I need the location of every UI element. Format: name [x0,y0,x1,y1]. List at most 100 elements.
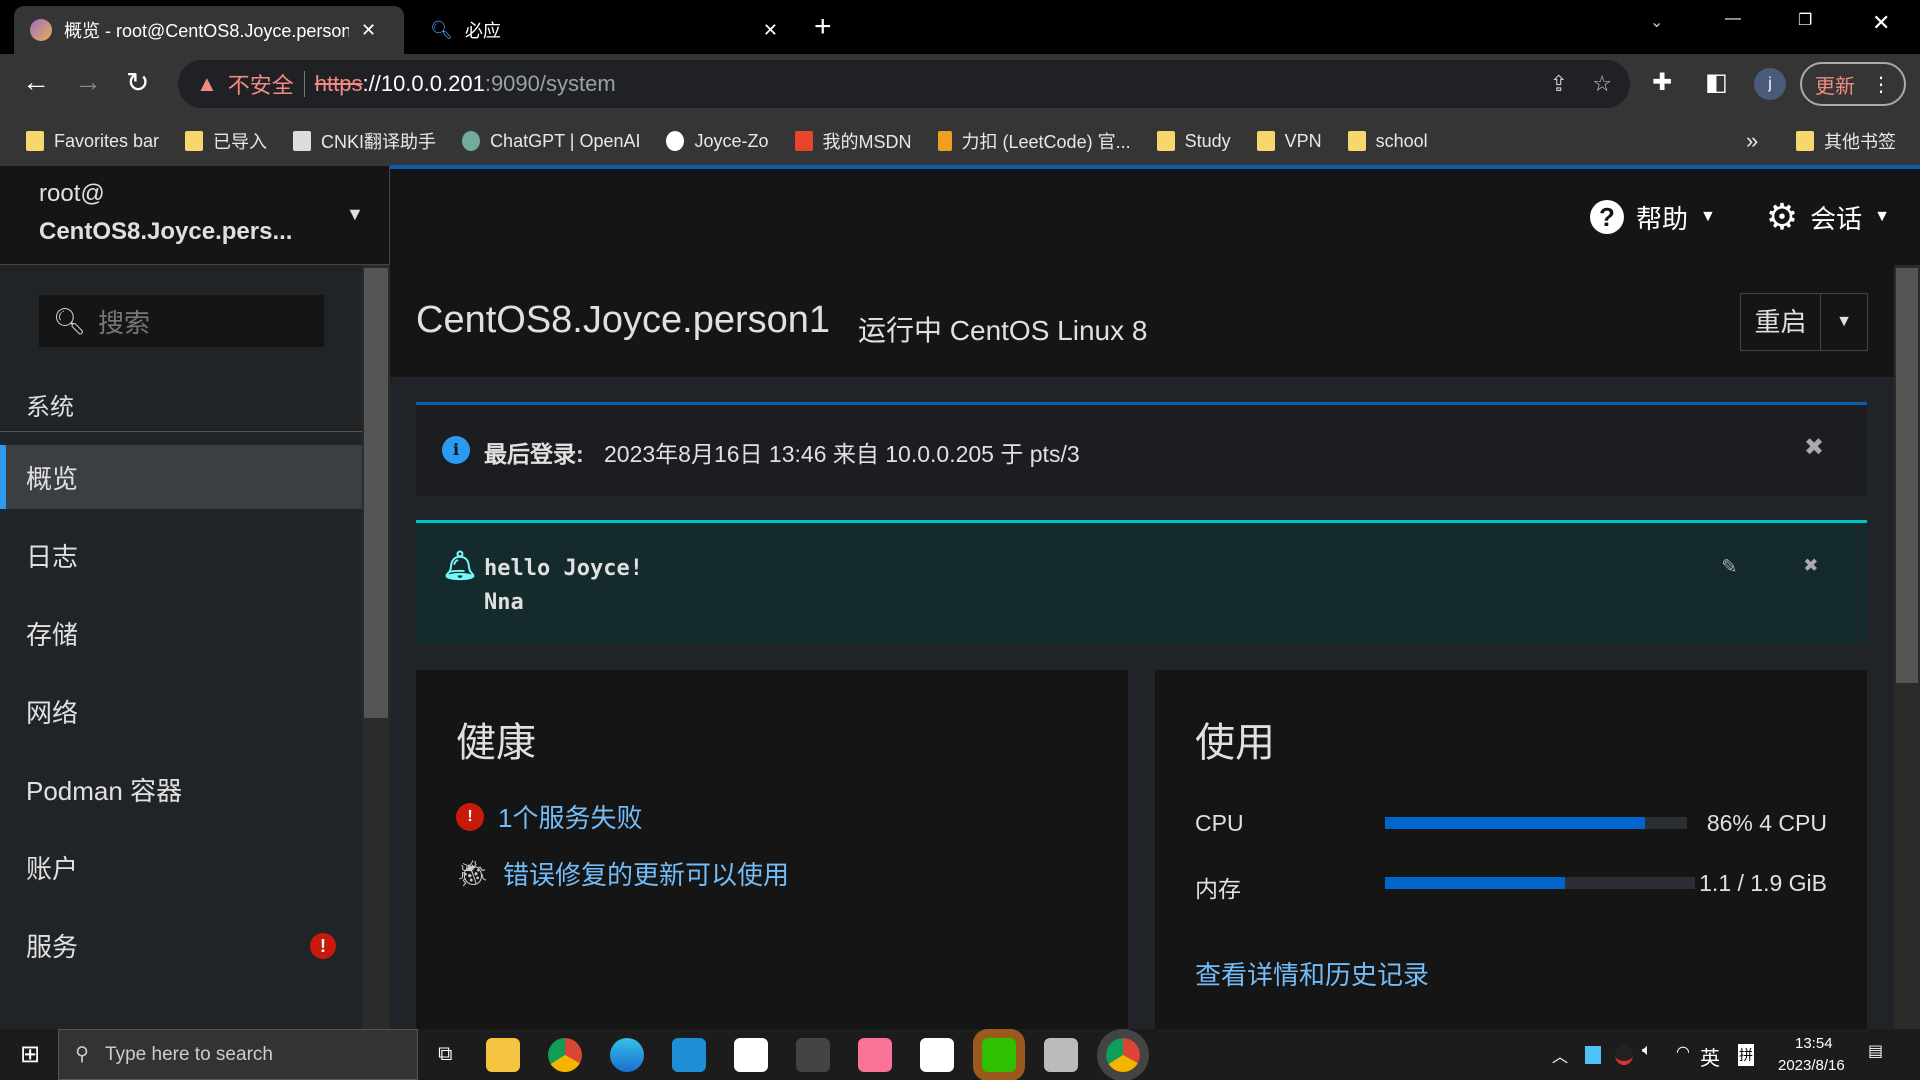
tray-app-icon [1585,1046,1601,1064]
memory-progress-fill [1385,877,1565,889]
bookmark-item[interactable]: ChatGPT | OpenAI [462,131,640,152]
close-icon[interactable]: ✖ [1804,551,1818,579]
bookmark-item[interactable]: 已导入 [185,128,267,154]
host-switcher[interactable]: root@ CentOS8.Joyce.pers... ▼ [0,166,390,265]
clock-time[interactable]: 13:54 [1795,1035,1833,1052]
wifi-icon[interactable]: ◠ [1676,1042,1690,1062]
extensions-icon[interactable]: ✚ [1652,68,1672,97]
taskbar: ⊞ ⚲ Type here to search ⧉ ︿ 🔈︎ ◠ 英 拼 13:5… [0,1029,1920,1080]
sidebar-item-overview[interactable]: 概览 [0,445,362,509]
folder-icon [1347,131,1366,151]
address-toolbar: ← → ↻ ▲ 不安全 https://10.0.0.201:9090/syst… [0,54,1920,116]
close-window-button[interactable]: ✕ [1872,10,1890,36]
search-input[interactable]: 🔍︎ 搜索 [39,295,324,347]
divider [303,71,305,97]
memory-progress-bar [1385,877,1695,889]
session-menu[interactable]: ⚙ 会话 ▼ [1766,196,1890,238]
qq-tray-icon [1615,1045,1633,1065]
ime-mode[interactable]: 拼 [1738,1044,1754,1066]
sidebar-item-podman[interactable]: Podman 容器 [0,757,362,821]
tab-search-icon[interactable]: ⌄ [1650,12,1663,32]
failed-services-link[interactable]: ! 1个服务失败 [456,798,1088,835]
url-host: ://10.0.0.201 [362,71,485,96]
close-icon[interactable]: ✖ [1804,433,1824,462]
menu-icon: ⋮ [1871,73,1891,96]
sidebar-item-storage[interactable]: 存储 [0,601,362,665]
cpu-progress-fill [1385,817,1645,829]
bookmark-item[interactable]: 力扣 (LeetCode) 官... [937,128,1131,154]
update-button[interactable]: 更新 ⋮ [1800,62,1906,106]
other-bookmarks[interactable]: 其他书签 [1796,128,1896,154]
bookmark-item[interactable]: Study [1156,131,1231,152]
terminal-icon[interactable] [796,1037,831,1072]
restart-button[interactable]: 重启 [1741,294,1821,350]
folder-icon [1156,131,1175,151]
sidebar-item-services[interactable]: 服务 ! [0,913,362,977]
memory-value: 1.1 / 1.9 GiB [1699,870,1827,896]
clock-date[interactable]: 2023/8/16 [1778,1057,1845,1074]
bookmark-item[interactable]: Joyce-Zo [666,131,769,152]
sidebar-item-accounts[interactable]: 账户 [0,835,362,899]
share-icon[interactable]: ⇪ [1550,71,1568,97]
star-icon[interactable]: ☆ [1592,71,1612,97]
csdn-icon [794,131,813,151]
card-title: 使用 [1195,721,1275,765]
tab-overview[interactable]: 概览 - root@CentOS8.Joyce.person1 ✕ [14,6,404,54]
address-bar[interactable]: ▲ 不安全 https://10.0.0.201:9090/system ⇪ ☆ [178,60,1630,108]
taskbar-search-input[interactable]: ⚲ Type here to search [58,1029,419,1080]
monitor-icon[interactable] [1044,1037,1079,1072]
restart-split-button[interactable]: 重启 ▼ [1740,293,1868,351]
sidebar-item-network[interactable]: 网络 [0,679,362,743]
bilibili-icon[interactable] [858,1037,893,1072]
bookmark-item[interactable]: Favorites bar [26,131,159,152]
reload-button[interactable]: ↻ [126,66,149,99]
cockpit-favicon-icon [30,19,52,41]
volume-icon[interactable]: 🔈︎ [1642,1042,1652,1060]
bug-icon: 🐞︎ [456,858,490,888]
tab-bing[interactable]: 🔍︎ 必应 ✕ [414,6,794,54]
details-history-link[interactable]: 查看详情和历史记录 [1195,955,1429,992]
edge-icon[interactable] [610,1037,645,1072]
edit-icon[interactable]: ✎ [1722,551,1736,579]
windows-start-icon[interactable]: ⊞ [20,1040,40,1069]
forward-button[interactable]: → [74,66,102,98]
chrome-icon[interactable] [548,1037,583,1072]
vmware-icon[interactable] [672,1037,707,1072]
url-path: :9090/system [484,71,616,96]
wechat-icon[interactable] [982,1037,1017,1072]
main-scrollbar-thumb[interactable] [1896,268,1918,683]
sidebar-item-logs[interactable]: 日志 [0,523,362,587]
os-status: 运行中 CentOS Linux 8 [858,315,1148,346]
bookmark-item[interactable]: CNKI翻译助手 [293,128,436,154]
close-tab-icon[interactable]: ✕ [763,20,778,41]
page-header: CentOS8.Joyce.person1 运行中 CentOS Linux 8… [390,265,1894,377]
minimize-button[interactable]: — [1725,10,1741,28]
error-badge-icon: ! [310,933,336,959]
updates-link[interactable]: 🐞︎ 错误修复的更新可以使用 [456,855,1088,892]
tray-chevron-icon[interactable]: ︿ [1552,1043,1568,1067]
chrome-icon[interactable] [1106,1037,1141,1072]
sidebar-scrollbar-thumb[interactable] [364,268,388,718]
profile-avatar[interactable]: j [1754,68,1786,100]
bookmark-item[interactable]: 我的MSDN [794,128,912,154]
caret-down-icon[interactable]: ▼ [1821,313,1867,331]
restore-button[interactable]: ❐ [1798,10,1812,30]
qq-icon[interactable] [920,1037,955,1072]
bookmark-item[interactable]: school [1347,131,1428,152]
task-view-icon[interactable]: ⧉ [438,1043,452,1066]
new-tab-button[interactable]: + [814,10,832,44]
top-nav: ? 帮助 ▼ ⚙ 会话 ▼ [390,169,1920,265]
close-tab-icon[interactable]: ✕ [361,20,376,41]
caret-down-icon: ▼ [1700,208,1716,225]
back-button[interactable]: ← [22,66,50,98]
page-title: CentOS8.Joyce.person1 [416,299,831,341]
last-login-alert: i 最后登录: 2023年8月16日 13:46 来自 10.0.0.205 于… [416,402,1867,496]
ime-language[interactable]: 英 [1700,1042,1720,1071]
bookmark-item[interactable]: VPN [1256,131,1322,152]
file-explorer-icon[interactable] [486,1037,521,1072]
typora-icon[interactable] [734,1037,769,1072]
more-bookmarks-button[interactable]: » [1746,128,1758,154]
notification-icon[interactable]: ▤ [1868,1041,1883,1061]
help-menu[interactable]: ? 帮助 ▼ [1590,199,1716,236]
sidepanel-icon[interactable]: ◧ [1705,68,1728,97]
